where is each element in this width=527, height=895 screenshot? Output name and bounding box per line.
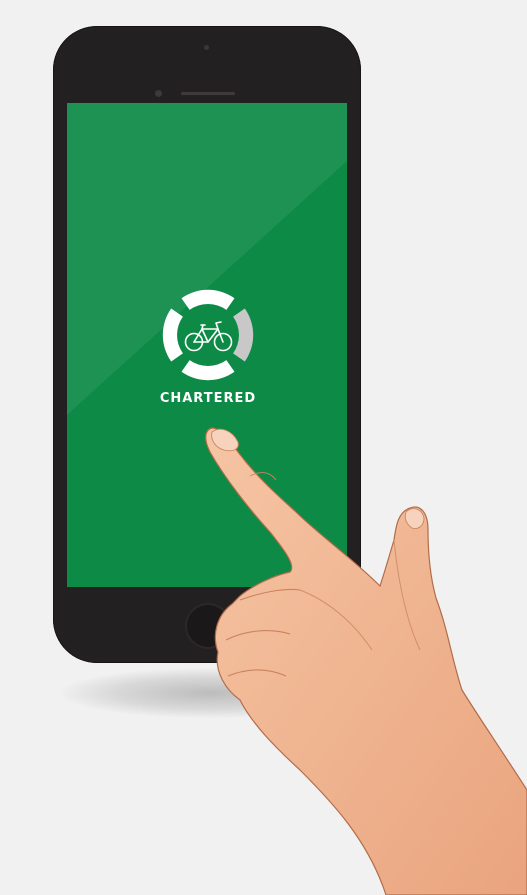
pointing-hand-illustration bbox=[205, 427, 527, 895]
illustration-stage: CHARTERED bbox=[0, 0, 527, 895]
